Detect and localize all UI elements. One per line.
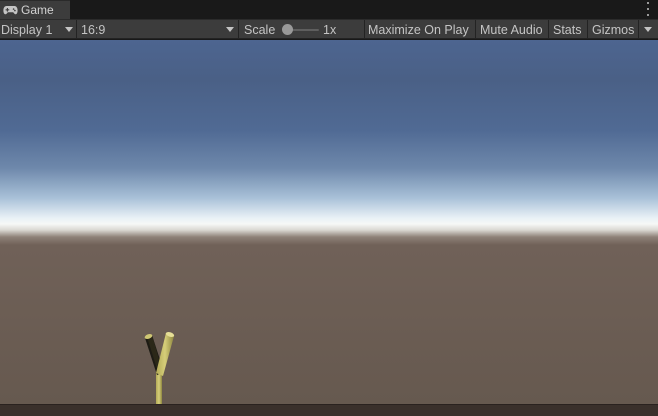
toolbar-divider bbox=[587, 20, 588, 39]
gizmos-button[interactable]: Gizmos bbox=[592, 20, 634, 39]
display-dropdown-label: Display 1 bbox=[1, 22, 53, 37]
slingshot-object bbox=[144, 332, 175, 406]
toolbar-divider bbox=[76, 20, 77, 39]
aspect-ratio-dropdown[interactable]: 16:9 bbox=[81, 20, 237, 39]
mute-audio-button[interactable]: Mute Audio bbox=[480, 20, 543, 39]
toolbar-divider bbox=[238, 20, 239, 39]
tab-bar: Game bbox=[0, 0, 658, 19]
scale-value: 1x bbox=[323, 20, 336, 39]
toolbar-divider bbox=[638, 20, 639, 39]
aspect-ratio-chevron-down-icon bbox=[226, 27, 234, 32]
aspect-ratio-label: 16:9 bbox=[81, 22, 106, 37]
maximize-on-play-label: Maximize On Play bbox=[368, 22, 469, 37]
scale-label: Scale bbox=[244, 20, 275, 39]
stats-label: Stats bbox=[553, 22, 582, 37]
scale-label-text: Scale bbox=[244, 22, 276, 37]
stats-button[interactable]: Stats bbox=[553, 20, 582, 39]
gizmos-dropdown-chevron-down-icon[interactable] bbox=[644, 27, 652, 32]
game-toolbar: Display 1 16:9 Scale 1x Maximize On Play… bbox=[0, 19, 658, 39]
bottom-ground-strip bbox=[0, 404, 658, 416]
more-options-icon[interactable] bbox=[646, 2, 650, 16]
game-viewport[interactable] bbox=[0, 40, 658, 404]
gizmos-label: Gizmos bbox=[592, 22, 635, 37]
maximize-on-play-button[interactable]: Maximize On Play bbox=[368, 20, 469, 39]
scale-slider-thumb[interactable] bbox=[282, 24, 293, 35]
mute-audio-label: Mute Audio bbox=[480, 22, 543, 37]
gamepad-icon bbox=[3, 6, 18, 15]
toolbar-divider bbox=[364, 20, 365, 39]
scale-value-text: 1x bbox=[323, 22, 337, 37]
display-dropdown-chevron-down-icon bbox=[65, 27, 73, 32]
tab-game[interactable]: Game bbox=[0, 0, 70, 19]
toolbar-divider bbox=[475, 20, 476, 39]
tab-game-label: Game bbox=[21, 3, 54, 17]
toolbar-divider bbox=[548, 20, 549, 39]
